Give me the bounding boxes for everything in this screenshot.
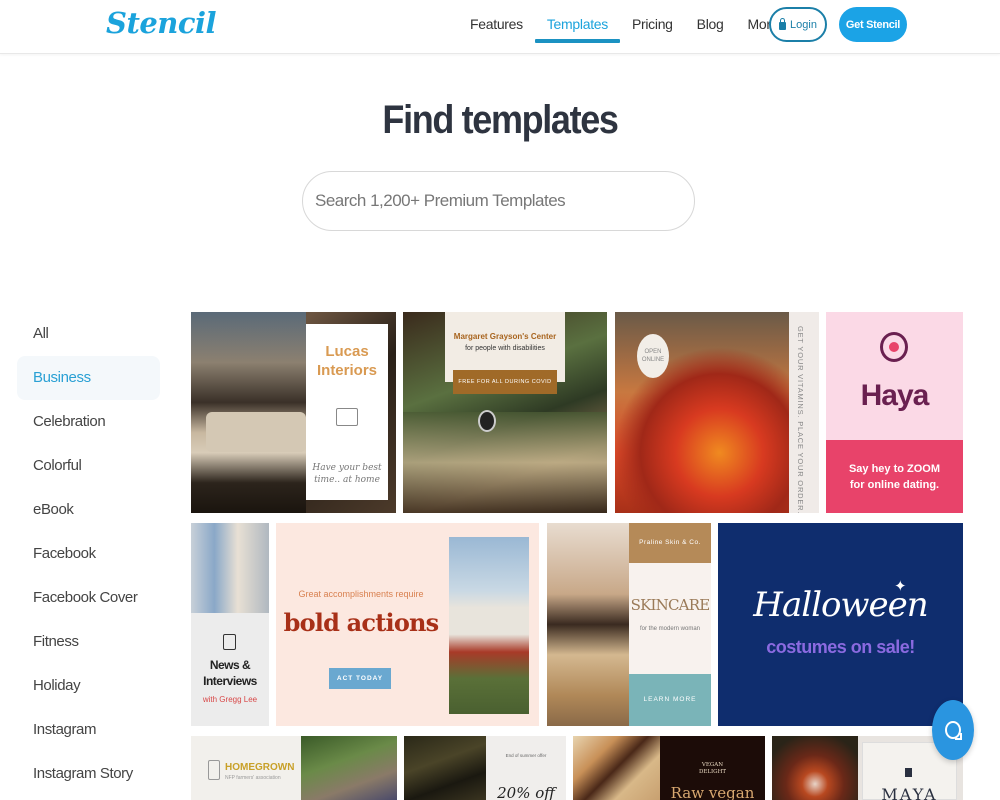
heart-chat-icon — [880, 332, 908, 362]
market-side-text: GET YOUR VITAMINS. PLACE YOUR ORDER. — [796, 326, 805, 513]
template-homegrown[interactable]: HOMEGROWN NFP farmers' association — [191, 736, 397, 800]
page-title: Find templates — [382, 98, 618, 142]
haya-line-2: for online dating. — [849, 479, 940, 491]
red-hair-photo — [772, 736, 858, 800]
news-title-1: News & — [209, 658, 251, 672]
margaret-subtitle: for people with disabilities — [465, 345, 545, 352]
haya-line-1: Say hey to ZOOM — [848, 463, 941, 475]
category-business[interactable]: Business — [17, 356, 160, 400]
template-vitamins-market[interactable]: OPEN ONLINE GET YOUR VITAMINS. PLACE YOU… — [615, 312, 819, 513]
badge-line-1: OPEN — [644, 349, 662, 355]
template-skincare[interactable]: Praline Skin & Co. SKINCARE for the mode… — [547, 523, 711, 726]
news-title-2: Interviews — [203, 674, 257, 688]
search-input[interactable] — [302, 171, 695, 231]
skincare-brand: Praline Skin & Co. — [629, 523, 711, 563]
nav-pricing-label: Pricing — [631, 16, 673, 32]
category-facebook-cover[interactable]: Facebook Cover — [17, 576, 160, 620]
bold-headline: bold actions — [283, 608, 440, 637]
porch-photo — [403, 412, 607, 513]
skincare-subtitle: for the modern woman — [639, 626, 701, 632]
category-facebook[interactable]: Facebook — [17, 532, 160, 576]
haya-brand: Haya — [860, 379, 930, 412]
news-byline: with Gregg Lee — [202, 695, 258, 704]
lucas-title: Lucas Interiors — [306, 342, 388, 380]
foliage-photo — [404, 736, 486, 800]
category-holiday[interactable]: Holiday — [17, 664, 160, 708]
act-today-button: ACT TODAY — [329, 668, 391, 689]
get-stencil-button[interactable]: Get Stencil — [839, 7, 907, 42]
man-photo — [191, 523, 269, 613]
nav-features-label: Features — [470, 16, 523, 32]
template-bold-actions[interactable]: Great accomplishments require bold actio… — [276, 523, 539, 726]
maya-logo-icon — [905, 768, 912, 777]
lucas-card: Lucas Interiors Have your best time.. at h… — [306, 324, 388, 500]
main-nav: Features Templates Pricing Blog More▾ — [458, 0, 797, 54]
clock-shape — [478, 410, 496, 432]
nav-blog-label: Blog — [696, 16, 724, 32]
document-icon — [223, 634, 236, 650]
template-raw-vegan[interactable]: VEGAN DELIGHT Raw vegan — [573, 736, 765, 800]
template-news-interviews[interactable]: News & Interviews with Gregg Lee — [191, 523, 269, 726]
vegan-kicker-1: VEGAN — [701, 762, 724, 768]
haya-banner: Say hey to ZOOM for online dating. — [826, 440, 963, 513]
nav-blog[interactable]: Blog — [685, 0, 736, 54]
lucas-tagline: Have your best time.. at home — [306, 462, 388, 486]
nav-templates[interactable]: Templates — [534, 0, 620, 54]
category-ebook[interactable]: eBook — [17, 488, 160, 532]
sofa-shape — [206, 412, 306, 452]
nav-features[interactable]: Features — [458, 0, 535, 54]
summer-kicker: End of summer offer — [505, 753, 547, 758]
margaret-title: Margaret Grayson's Center — [453, 332, 557, 341]
halloween-subtitle: costumes on sale! — [766, 637, 915, 657]
pillow-photo — [449, 537, 529, 714]
category-colorful[interactable]: Colorful — [17, 444, 160, 488]
category-instagram[interactable]: Instagram — [17, 708, 160, 752]
bed-icon — [336, 408, 358, 426]
lucas-tagline-2: time.. at home — [314, 475, 380, 485]
homegrown-subtitle: NFP farmers' association — [225, 775, 281, 781]
nav-templates-label: Templates — [546, 16, 608, 32]
margaret-banner: FREE FOR ALL DURING COVID — [453, 370, 557, 394]
summer-headline: 20% off — [497, 784, 555, 800]
login-button[interactable]: Login — [769, 7, 827, 42]
street-photo — [301, 736, 397, 800]
skincare-title: SKINCARE — [630, 596, 710, 614]
chat-launcher-button[interactable] — [932, 700, 974, 760]
brownie-photo — [573, 736, 660, 800]
bold-kicker: Great accomplishments require — [298, 589, 424, 599]
vegan-headline: Raw vegan — [670, 784, 755, 800]
category-all[interactable]: All — [17, 312, 160, 356]
login-label: Login — [790, 18, 817, 31]
homegrown-title: HOMEGROWN — [225, 762, 295, 773]
homegrown-logo-icon — [208, 760, 220, 780]
template-halloween[interactable]: ✦ Halloween costumes on sale! — [718, 523, 963, 726]
category-instagram-story[interactable]: Instagram Story — [17, 752, 160, 796]
learn-more-button: LEARN MORE — [629, 674, 711, 726]
halloween-title: Halloween — [753, 585, 928, 625]
cosmetics-photo — [547, 523, 629, 726]
vegan-kicker-2: DELIGHT — [698, 769, 727, 775]
chat-icon — [945, 721, 962, 740]
nav-pricing[interactable]: Pricing — [620, 0, 685, 54]
template-summer-offer[interactable]: End of summer offer 20% off — [404, 736, 566, 800]
template-haya[interactable]: Haya Say hey to ZOOM for online dating. — [826, 312, 963, 513]
active-nav-underline — [534, 39, 620, 43]
template-margaret-grayson[interactable]: Margaret Grayson's Center for people wit… — [403, 312, 607, 513]
site-header: Stencil Features Templates Pricing Blog … — [0, 0, 1000, 54]
category-sidebar: All Business Celebration Colorful eBook … — [17, 312, 160, 796]
open-online-badge: OPEN ONLINE — [637, 334, 669, 378]
maya-title: MAYA — [881, 785, 938, 800]
lucas-title-2: Interiors — [316, 362, 377, 379]
category-fitness[interactable]: Fitness — [17, 620, 160, 664]
stencil-logo[interactable]: Stencil — [106, 6, 217, 40]
template-lucas-interiors[interactable]: Lucas Interiors Have your best time.. at h… — [191, 312, 396, 513]
lucas-tagline-1: Have your best — [312, 463, 382, 473]
category-celebration[interactable]: Celebration — [17, 400, 160, 444]
badge-line-2: ONLINE — [641, 357, 665, 363]
lock-icon — [779, 18, 787, 30]
lucas-title-1: Lucas — [325, 343, 369, 360]
